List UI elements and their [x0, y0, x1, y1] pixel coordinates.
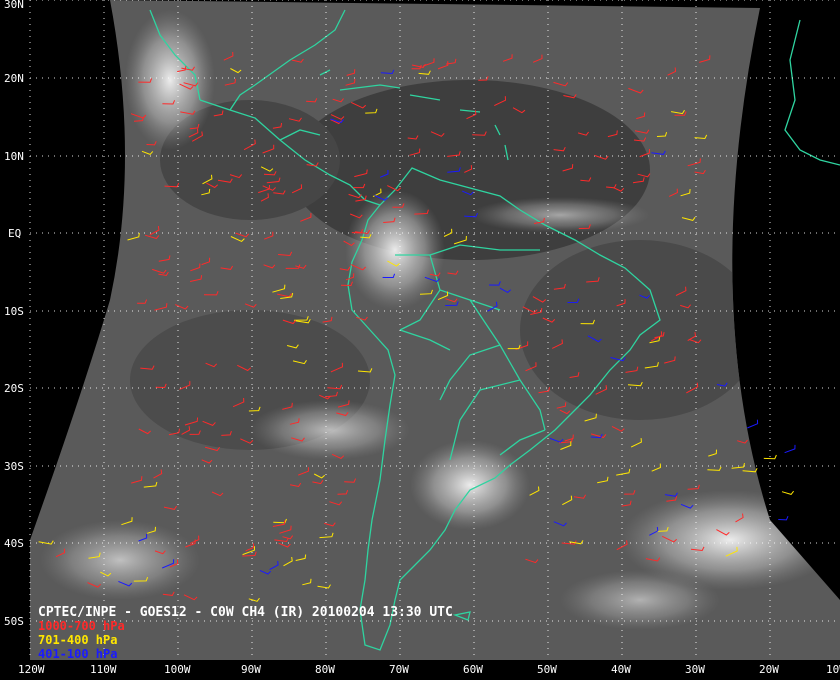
lon-label-60w: 60W — [463, 663, 483, 676]
lon-label-70w: 70W — [389, 663, 409, 676]
lat-label-10n: 10N — [4, 150, 24, 163]
lat-label-20n: 20N — [4, 72, 24, 85]
lat-label-50s: 50S — [4, 615, 24, 628]
satellite-imagery — [30, 0, 840, 660]
lon-label-120w: 120W — [18, 663, 45, 676]
lon-label-80w: 80W — [315, 663, 335, 676]
lon-label-110w: 110W — [90, 663, 117, 676]
lat-label-20s: 20S — [4, 382, 24, 395]
lat-label-30s: 30S — [4, 460, 24, 473]
lat-label-10s: 10S — [4, 305, 24, 318]
legend-high-level: 401-100 hPa — [38, 647, 117, 661]
lon-label-10w: 10W — [826, 663, 840, 676]
legend-low-level: 1000-700 hPa — [38, 619, 125, 633]
lon-label-40w: 40W — [611, 663, 631, 676]
lon-label-50w: 50W — [537, 663, 557, 676]
lon-label-90w: 90W — [241, 663, 261, 676]
lon-label-30w: 30W — [685, 663, 705, 676]
map-title: CPTEC/INPE - GOES12 - C0W CH4 (IR) 20100… — [38, 605, 453, 620]
lat-label-40s: 40S — [4, 537, 24, 550]
lat-label-30n: 30N — [4, 0, 24, 11]
lon-label-20w: 20W — [759, 663, 779, 676]
lat-label-eq: EQ — [8, 227, 21, 240]
lon-label-100w: 100W — [164, 663, 191, 676]
legend-mid-level: 701-400 hPa — [38, 633, 117, 647]
satellite-wind-map: 30N 20N 10N EQ 10S 20S 30S 40S 50S 120W … — [0, 0, 840, 680]
